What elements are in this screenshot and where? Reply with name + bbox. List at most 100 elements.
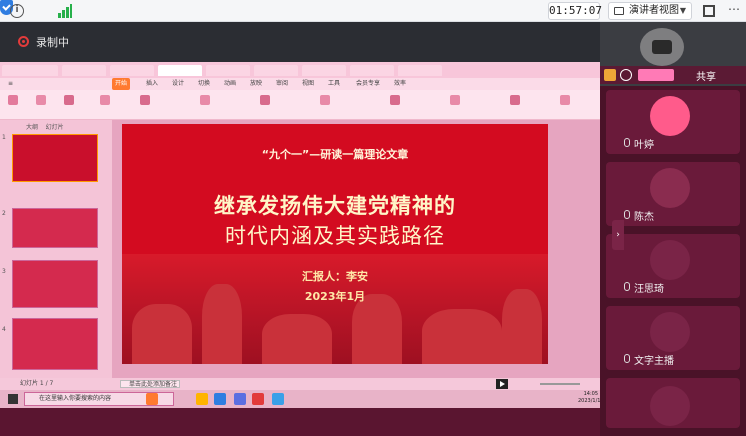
meeting-topbar: i 01:57:07 演讲者视图 ▼ ⋯ (0, 0, 746, 22)
paste-icon[interactable] (8, 95, 18, 105)
avatar (650, 96, 690, 136)
screen-share-window: i 01:57:07 演讲者视图 ▼ ⋯ 录制中 ≡ 开始 插入 设计 切换 动… (0, 0, 746, 436)
layout-icon[interactable] (100, 95, 110, 105)
tab-slides[interactable]: 幻灯片 (46, 124, 64, 131)
mic-icon (624, 210, 630, 219)
meeting-timer: 01:57:07 (548, 2, 602, 20)
recording-label: 录制中 (36, 36, 69, 49)
avatar (650, 386, 690, 426)
slide-thumbnail[interactable] (12, 208, 98, 248)
shape-icon[interactable] (390, 95, 400, 105)
menu-item[interactable]: ≡ (8, 78, 13, 90)
participant-tile[interactable]: 汪思琦 (606, 234, 740, 298)
participant-name: 文字主播 (634, 356, 674, 367)
menu-item-design[interactable]: 设计 (172, 78, 184, 90)
align-icon[interactable] (260, 95, 270, 105)
font-icon[interactable] (140, 95, 150, 105)
doc-tab[interactable] (254, 65, 298, 76)
slide-thumbnail[interactable] (12, 134, 98, 182)
ribbon-menu: ≡ 开始 插入 设计 切换 动画 放映 审阅 视图 工具 会员专享 效率 (0, 78, 612, 90)
doc-tab[interactable] (206, 65, 250, 76)
slide-date: 2023年1月 (304, 290, 366, 303)
bold-icon[interactable] (200, 95, 210, 105)
info-icon[interactable]: i (10, 4, 24, 18)
menu-item-slideshow[interactable]: 放映 (250, 78, 262, 90)
slide-presenter: 汇报人：李安 (302, 270, 368, 283)
participant-name: 陈杰 (634, 212, 654, 223)
doc-tab-active[interactable] (158, 65, 202, 76)
view-mode-label: 演讲者视图 (629, 5, 679, 16)
current-slide[interactable]: “九个一”—研读一篇理论文章 继承发扬伟大建党精神的 时代内涵及其实践路径 汇报… (122, 124, 548, 364)
share-label: 共享 (696, 72, 716, 83)
menu-item-review[interactable]: 审阅 (276, 78, 288, 90)
zoom-slider[interactable] (540, 383, 580, 385)
thumb-panel-tabs: 大纲 幻灯片 (26, 122, 64, 131)
presenter-video[interactable]: 共享 (600, 22, 746, 86)
avatar (650, 168, 690, 208)
app-icon[interactable] (146, 393, 158, 405)
slide-thumbnail[interactable] (12, 318, 98, 370)
record-icon[interactable] (18, 36, 29, 47)
menu-item-tools[interactable]: 工具 (328, 78, 340, 90)
textbox-icon[interactable] (320, 95, 330, 105)
menu-item-member[interactable]: 会员专享 (356, 78, 380, 90)
doc-tab[interactable] (62, 65, 106, 76)
fullscreen-icon[interactable] (703, 5, 715, 17)
windows-taskbar: 在这里输入你要搜索的内容 14:05 2023/1/14 (0, 390, 612, 408)
grid-view-icon (614, 7, 624, 15)
participant-tile[interactable]: 叶婷 (606, 90, 740, 154)
participant-tile[interactable] (606, 378, 740, 428)
document-tabs (0, 62, 612, 78)
participant-name: 汪思琦 (634, 284, 664, 295)
menu-item-efficiency[interactable]: 效率 (394, 78, 406, 90)
doc-tab[interactable] (110, 65, 154, 76)
mic-icon (624, 282, 630, 291)
more-icon[interactable]: ⋯ (728, 2, 740, 16)
play-slideshow-icon[interactable] (496, 379, 508, 389)
avatar (650, 312, 690, 352)
windows-start-icon[interactable] (8, 394, 18, 404)
signal-icon[interactable] (58, 4, 72, 18)
participant-tile[interactable]: 文字主播 (606, 306, 740, 370)
doc-tab[interactable] (398, 65, 442, 76)
slide-title-line2: 时代内涵及其实践路径 (225, 224, 445, 248)
meeting-app-icon[interactable] (234, 393, 246, 405)
person-icon[interactable] (604, 69, 616, 81)
collapse-panel-handle[interactable]: › (612, 220, 624, 250)
menu-item-home[interactable]: 开始 (112, 78, 131, 90)
new-slide-icon[interactable] (64, 95, 74, 105)
notes-field[interactable]: 单击此处添加备注 (120, 380, 180, 388)
recording-bar: 录制中 (0, 22, 600, 62)
menu-item-transition[interactable]: 切换 (198, 78, 210, 90)
doc-tab[interactable] (2, 65, 58, 76)
arrange-icon[interactable] (450, 95, 460, 105)
mic-icon (624, 138, 630, 147)
view-mode-dropdown[interactable]: 演讲者视图 ▼ (608, 2, 692, 20)
wps-presentation-app: ≡ 开始 插入 设计 切换 动画 放映 审阅 视图 工具 会员专享 效率 大纲 … (0, 62, 612, 408)
slide-subtitle: “九个一”—研读一篇理论文章 (261, 148, 409, 161)
screen-share-indicator (638, 69, 674, 81)
app-icon[interactable] (272, 393, 284, 405)
file-explorer-icon[interactable] (196, 393, 208, 405)
status-bar: 幻灯片 1 / 7 单击此处添加备注 (0, 378, 612, 390)
mic-icon[interactable] (620, 69, 632, 81)
presenter-toolbar: 共享 (600, 66, 746, 84)
menu-item-view[interactable]: 视图 (302, 78, 314, 90)
doc-tab[interactable] (350, 65, 394, 76)
select-icon[interactable] (560, 95, 570, 105)
format-painter-icon[interactable] (36, 95, 46, 105)
wps-icon[interactable] (252, 393, 264, 405)
slide-title-line1: 继承发扬伟大建党精神的 (214, 193, 456, 218)
find-icon[interactable] (510, 95, 520, 105)
doc-tab[interactable] (302, 65, 346, 76)
participant-tile[interactable]: 陈杰 (606, 162, 740, 226)
menu-item-animation[interactable]: 动画 (224, 78, 236, 90)
browser-icon[interactable] (214, 393, 226, 405)
slide-thumbnail[interactable] (12, 260, 98, 308)
chevron-down-icon: ▼ (679, 6, 686, 15)
ribbon-toolbar (0, 90, 612, 120)
presenter-avatar (640, 28, 684, 66)
menu-item-insert[interactable]: 插入 (146, 78, 158, 90)
tab-outline[interactable]: 大纲 (26, 124, 38, 131)
avatar (650, 240, 690, 280)
